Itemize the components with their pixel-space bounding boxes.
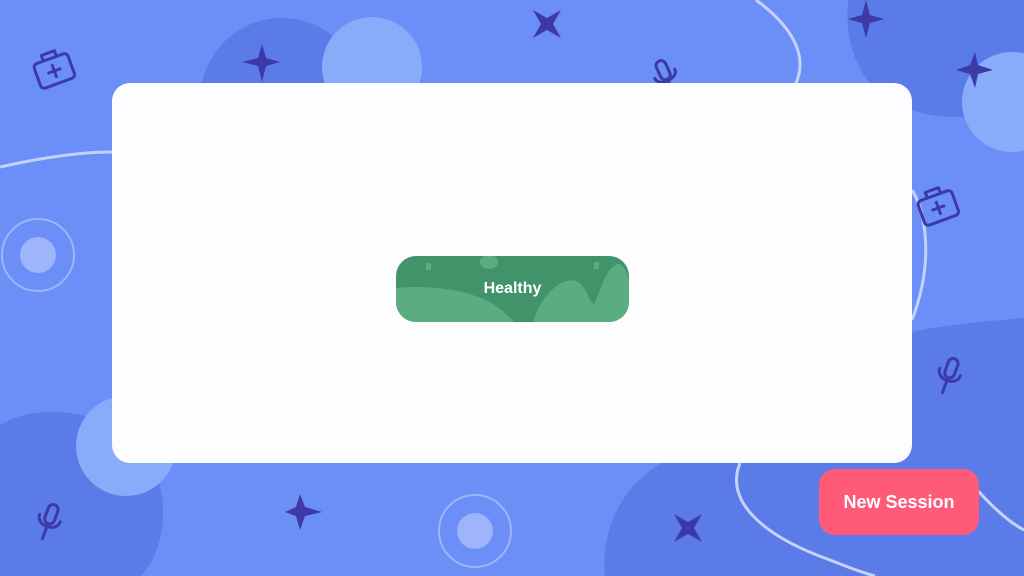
target-circle-icon [1,218,75,292]
background-curve [0,150,113,169]
medkit-icon [32,49,77,90]
background-curve [755,0,802,86]
target-circle-icon [438,494,512,568]
status-label: Healthy [483,280,542,297]
main-card: Healthy [112,83,912,463]
status-badge: Healthy [396,256,629,322]
sparkle-icon [533,10,561,38]
sparkle-icon [285,494,322,530]
app-screen: Healthy New Session [0,0,1024,576]
new-session-button[interactable]: New Session [819,469,979,535]
